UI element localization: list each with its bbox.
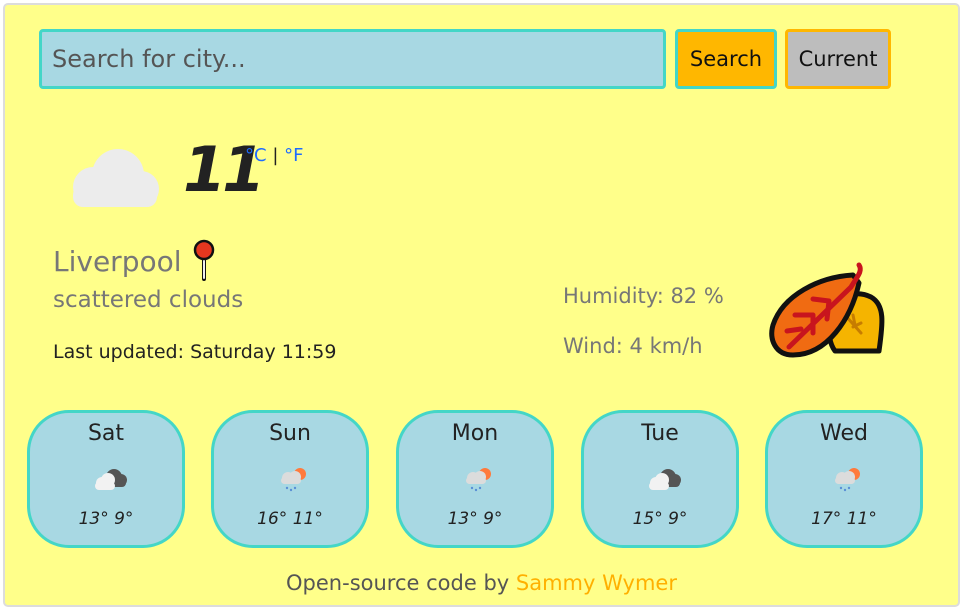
forecast-card-wed: Wed 17° 11° [765,410,923,548]
forecast-temps: 13° 9° [78,509,134,529]
search-input[interactable] [39,29,666,89]
current-temperature: 11 [183,133,265,206]
footer: Open-source code by Sammy Wymer [5,571,958,595]
weather-description: scattered clouds [53,287,244,313]
unit-toggle: °C | °F [245,145,303,166]
rain-sun-icon [835,468,860,492]
app-container: Search Current 11 °C | °F Liverpool scat… [3,3,960,607]
broken-clouds-icon [649,469,681,490]
unit-separator: | [272,145,279,166]
fahrenheit-link[interactable]: °F [284,145,303,166]
forecast-day: Mon [451,421,499,446]
map-pin-icon [193,239,215,281]
current-location-button[interactable]: Current [785,29,891,89]
footer-by: by [483,571,510,595]
forecast-card-mon: Mon 13° 9° [396,410,554,548]
city-name: Liverpool [53,245,182,278]
celsius-link[interactable]: °C [245,145,267,166]
forecast-card-sun: Sun 16° 11° [211,410,369,548]
forecast-day: Sun [269,421,311,446]
autumn-leaf-icon [769,262,885,358]
wind-speed: Wind: 4 km/h [563,334,703,358]
broken-clouds-icon [95,469,127,490]
forecast-temps: 16° 11° [257,509,323,529]
forecast-temps: 15° 9° [632,509,688,529]
forecast-card-sat: Sat 13° 9° [27,410,185,548]
last-updated: Last updated: Saturday 11:59 [53,341,337,363]
humidity: Humidity: 82 % [563,284,724,308]
footer-author-link[interactable]: Sammy Wymer [516,571,677,595]
rain-sun-icon [466,468,491,492]
forecast-temps: 13° 9° [447,509,503,529]
forecast-day: Tue [641,421,679,446]
forecast-day: Wed [820,421,868,446]
search-button[interactable]: Search [675,29,777,89]
cloud-icon [73,149,159,207]
rain-sun-icon [281,468,306,492]
forecast-temps: 17° 11° [811,509,877,529]
footer-source-link[interactable]: Open-source code [286,571,477,595]
forecast-card-tue: Tue 15° 9° [581,410,739,548]
forecast-day: Sat [87,421,125,446]
